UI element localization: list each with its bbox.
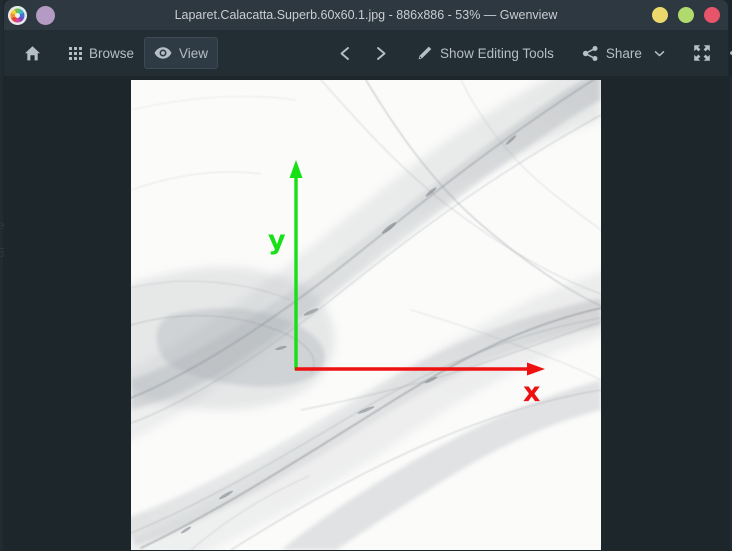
fullscreen-button[interactable]	[684, 37, 720, 69]
window-menu-dot-icon[interactable]	[36, 5, 55, 25]
browse-label: Browse	[89, 45, 135, 61]
share-label: Share	[605, 45, 642, 61]
coordinate-axes-overlay	[289, 160, 545, 376]
main-toolbar: Browse View Show Editing Tools Share	[4, 30, 732, 76]
title-bar-left-icons	[8, 0, 55, 30]
minimize-button[interactable]	[652, 7, 668, 23]
eye-icon	[154, 46, 172, 60]
maximize-button[interactable]	[678, 7, 694, 23]
more-options-button[interactable]	[720, 37, 732, 69]
background-left-edge	[0, 0, 3, 551]
view-label: View	[179, 45, 209, 61]
close-button[interactable]	[704, 7, 720, 23]
x-axis-label: x	[523, 377, 541, 408]
next-button[interactable]	[363, 37, 398, 69]
view-button[interactable]: View	[144, 37, 219, 69]
previous-button[interactable]	[328, 37, 363, 69]
window-controls	[652, 0, 720, 30]
y-axis-label: y	[268, 225, 286, 256]
title-bar-background	[4, 0, 728, 30]
browse-button[interactable]: Browse	[59, 37, 144, 69]
gwenview-app-icon[interactable]	[8, 5, 27, 25]
fullscreen-icon	[693, 44, 711, 62]
chevron-down-icon	[653, 47, 666, 60]
home-button[interactable]	[14, 37, 51, 69]
pencil-icon	[416, 45, 433, 62]
gwenview-window: Home Asked 10 years, 11 months ago Modif…	[0, 0, 732, 551]
show-editing-tools-label: Show Editing Tools	[440, 45, 554, 61]
y-axis	[289, 160, 303, 370]
home-icon	[23, 44, 42, 63]
grid-icon	[69, 46, 82, 60]
chevron-left-icon	[337, 45, 354, 62]
title-bar[interactable]: Laparet.Calacatta.Superb.60x60.1.jpg - 8…	[0, 0, 732, 30]
share-icon	[582, 45, 599, 62]
displayed-image[interactable]: y x	[131, 80, 601, 550]
share-button[interactable]: Share	[572, 37, 676, 69]
image-view-area[interactable]: y x	[4, 76, 728, 551]
x-axis	[295, 362, 545, 376]
chevron-right-icon	[372, 45, 389, 62]
show-editing-tools-button[interactable]: Show Editing Tools	[406, 37, 564, 69]
